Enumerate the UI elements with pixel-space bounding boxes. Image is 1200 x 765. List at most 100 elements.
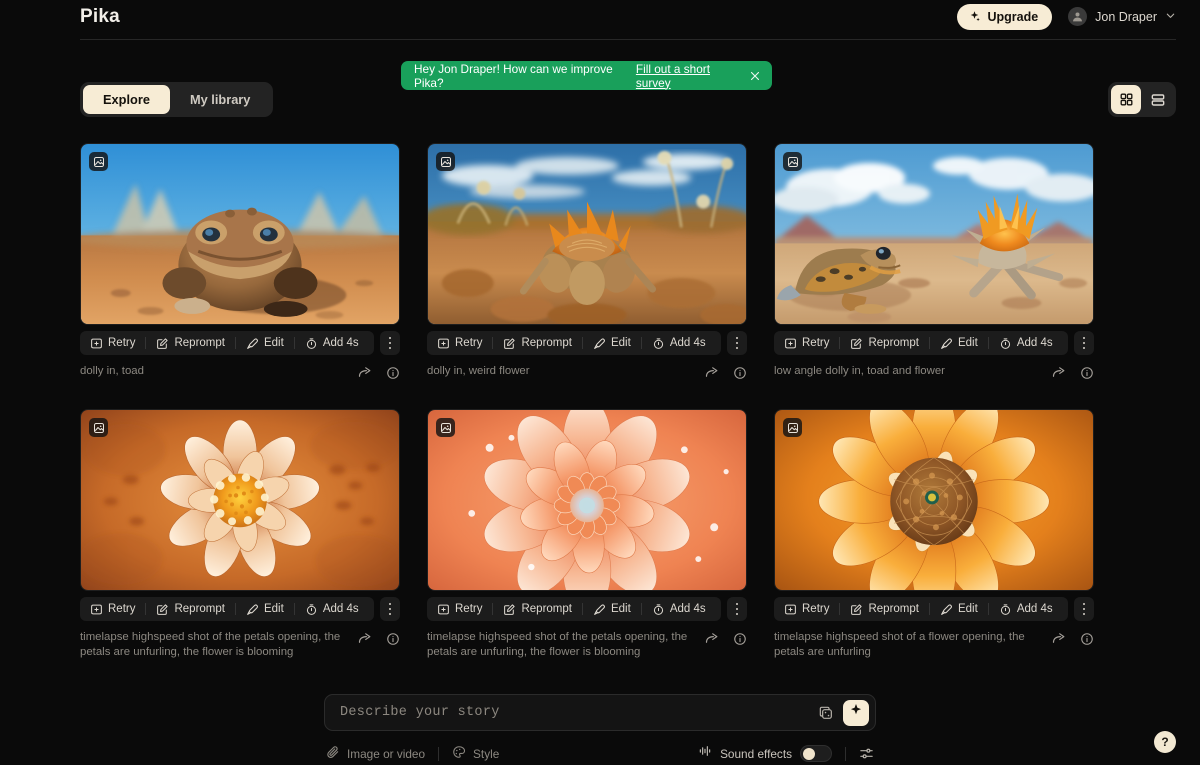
more-vertical-icon[interactable] [380, 597, 400, 621]
more-vertical-icon[interactable] [1074, 331, 1094, 355]
list-view-icon[interactable] [1143, 85, 1173, 114]
card-caption-actions [357, 630, 400, 646]
user-avatar-icon [1068, 7, 1088, 26]
prompt-box[interactable] [324, 694, 876, 731]
add-4s-button[interactable]: Add 4s [642, 597, 716, 621]
add-4s-button[interactable]: Add 4s [989, 331, 1063, 355]
share-arrow-icon[interactable] [357, 365, 372, 380]
info-circle-icon[interactable] [1080, 632, 1094, 646]
edit-label: Edit [957, 337, 978, 349]
info-circle-icon[interactable] [1080, 366, 1094, 380]
info-circle-icon[interactable] [386, 366, 400, 380]
retry-button[interactable]: Retry [774, 597, 839, 621]
toolbar-row: Explore My library [80, 82, 1176, 117]
shuffle-dice-icon[interactable] [813, 700, 839, 726]
result-card: Retry Reprompt Edit Add 4s [80, 409, 400, 658]
reprompt-button[interactable]: Reprompt [493, 597, 582, 621]
attach-media-label: Image or video [347, 746, 426, 761]
edit-button[interactable]: Edit [930, 597, 988, 621]
share-arrow-icon[interactable] [704, 631, 719, 646]
card-caption: timelapse highspeed shot of the petals o… [80, 631, 341, 658]
video-thumbnail[interactable] [774, 409, 1094, 591]
edit-button[interactable]: Edit [930, 331, 988, 355]
tab-my-library[interactable]: My library [170, 85, 270, 114]
add-4s-button[interactable]: Add 4s [295, 331, 369, 355]
reprompt-button[interactable]: Reprompt [146, 597, 235, 621]
more-vertical-icon[interactable] [1074, 597, 1094, 621]
video-thumbnail[interactable] [774, 143, 1094, 325]
prompt-input[interactable] [340, 705, 813, 720]
reprompt-label: Reprompt [521, 337, 572, 349]
sound-effects-icon [698, 744, 712, 763]
more-vertical-icon[interactable] [727, 331, 747, 355]
card-caption: low angle dolly in, toad and flower [774, 365, 945, 377]
card-caption-actions [704, 364, 747, 380]
help-button[interactable]: ? [1154, 731, 1176, 753]
reprompt-button[interactable]: Reprompt [493, 331, 582, 355]
edit-button[interactable]: Edit [236, 597, 294, 621]
more-vertical-icon[interactable] [727, 597, 747, 621]
attach-media-button[interactable]: Image or video [326, 745, 438, 762]
card-action-bar: Retry Reprompt Edit Add 4s [80, 331, 400, 355]
grid-view-icon[interactable] [1111, 85, 1141, 114]
chevron-down-icon [1165, 8, 1176, 26]
card-actions: Retry Reprompt Edit Add 4s [774, 331, 1068, 355]
sliders-icon[interactable] [846, 746, 874, 761]
retry-button[interactable]: Retry [427, 597, 492, 621]
edit-button[interactable]: Edit [583, 331, 641, 355]
more-vertical-icon[interactable] [380, 331, 400, 355]
share-arrow-icon[interactable] [357, 631, 372, 646]
close-icon[interactable] [749, 70, 761, 82]
result-card: Retry Reprompt Edit Add 4s [774, 409, 1094, 658]
result-card: Retry Reprompt Edit Add 4s [80, 143, 400, 392]
add-4s-label: Add 4s [669, 337, 706, 349]
video-thumbnail[interactable] [427, 409, 747, 591]
video-thumbnail[interactable] [80, 143, 400, 325]
share-arrow-icon[interactable] [704, 365, 719, 380]
add-4s-label: Add 4s [1016, 337, 1053, 349]
info-circle-icon[interactable] [386, 632, 400, 646]
card-actions: Retry Reprompt Edit Add 4s [427, 331, 721, 355]
app-header: Pika Upgrade Jon Draper [0, 0, 1200, 33]
image-badge-icon [89, 418, 108, 437]
user-name: Jon Draper [1095, 9, 1157, 24]
reprompt-button[interactable]: Reprompt [840, 597, 929, 621]
info-circle-icon[interactable] [733, 366, 747, 380]
style-label: Style [473, 746, 500, 761]
edit-button[interactable]: Edit [236, 331, 294, 355]
reprompt-button[interactable]: Reprompt [146, 331, 235, 355]
card-caption: dolly in, toad [80, 365, 144, 377]
style-button[interactable]: Style [439, 745, 512, 762]
video-thumbnail[interactable] [80, 409, 400, 591]
sparkle-icon [968, 10, 981, 23]
card-caption: timelapse highspeed shot of the petals o… [427, 631, 688, 658]
card-action-bar: Retry Reprompt Edit Add 4s [774, 597, 1094, 621]
image-badge-icon [436, 418, 455, 437]
reprompt-button[interactable]: Reprompt [840, 331, 929, 355]
add-4s-button[interactable]: Add 4s [295, 597, 369, 621]
prompt-options: Image or video Style Sound effects [324, 744, 876, 763]
add-4s-button[interactable]: Add 4s [642, 331, 716, 355]
retry-label: Retry [802, 603, 830, 615]
tab-explore[interactable]: Explore [83, 85, 170, 114]
add-4s-button[interactable]: Add 4s [989, 597, 1063, 621]
share-arrow-icon[interactable] [1051, 631, 1066, 646]
sound-effects-switch[interactable] [800, 745, 832, 762]
result-card: Retry Reprompt Edit Add 4s [427, 409, 747, 658]
app-logo: Pika [80, 5, 120, 27]
retry-button[interactable]: Retry [80, 331, 145, 355]
retry-button[interactable]: Retry [80, 597, 145, 621]
edit-button[interactable]: Edit [583, 597, 641, 621]
generated-artwork [428, 144, 746, 324]
sound-effects-toggle-group[interactable]: Sound effects [698, 744, 845, 763]
user-menu[interactable]: Jon Draper [1068, 7, 1176, 26]
info-circle-icon[interactable] [733, 632, 747, 646]
upgrade-button[interactable]: Upgrade [957, 3, 1053, 30]
generate-button[interactable] [843, 699, 869, 726]
share-arrow-icon[interactable] [1051, 365, 1066, 380]
card-caption-row: dolly in, toad [80, 364, 400, 392]
result-card: Retry Reprompt Edit Add 4s [427, 143, 747, 392]
video-thumbnail[interactable] [427, 143, 747, 325]
retry-button[interactable]: Retry [427, 331, 492, 355]
retry-button[interactable]: Retry [774, 331, 839, 355]
